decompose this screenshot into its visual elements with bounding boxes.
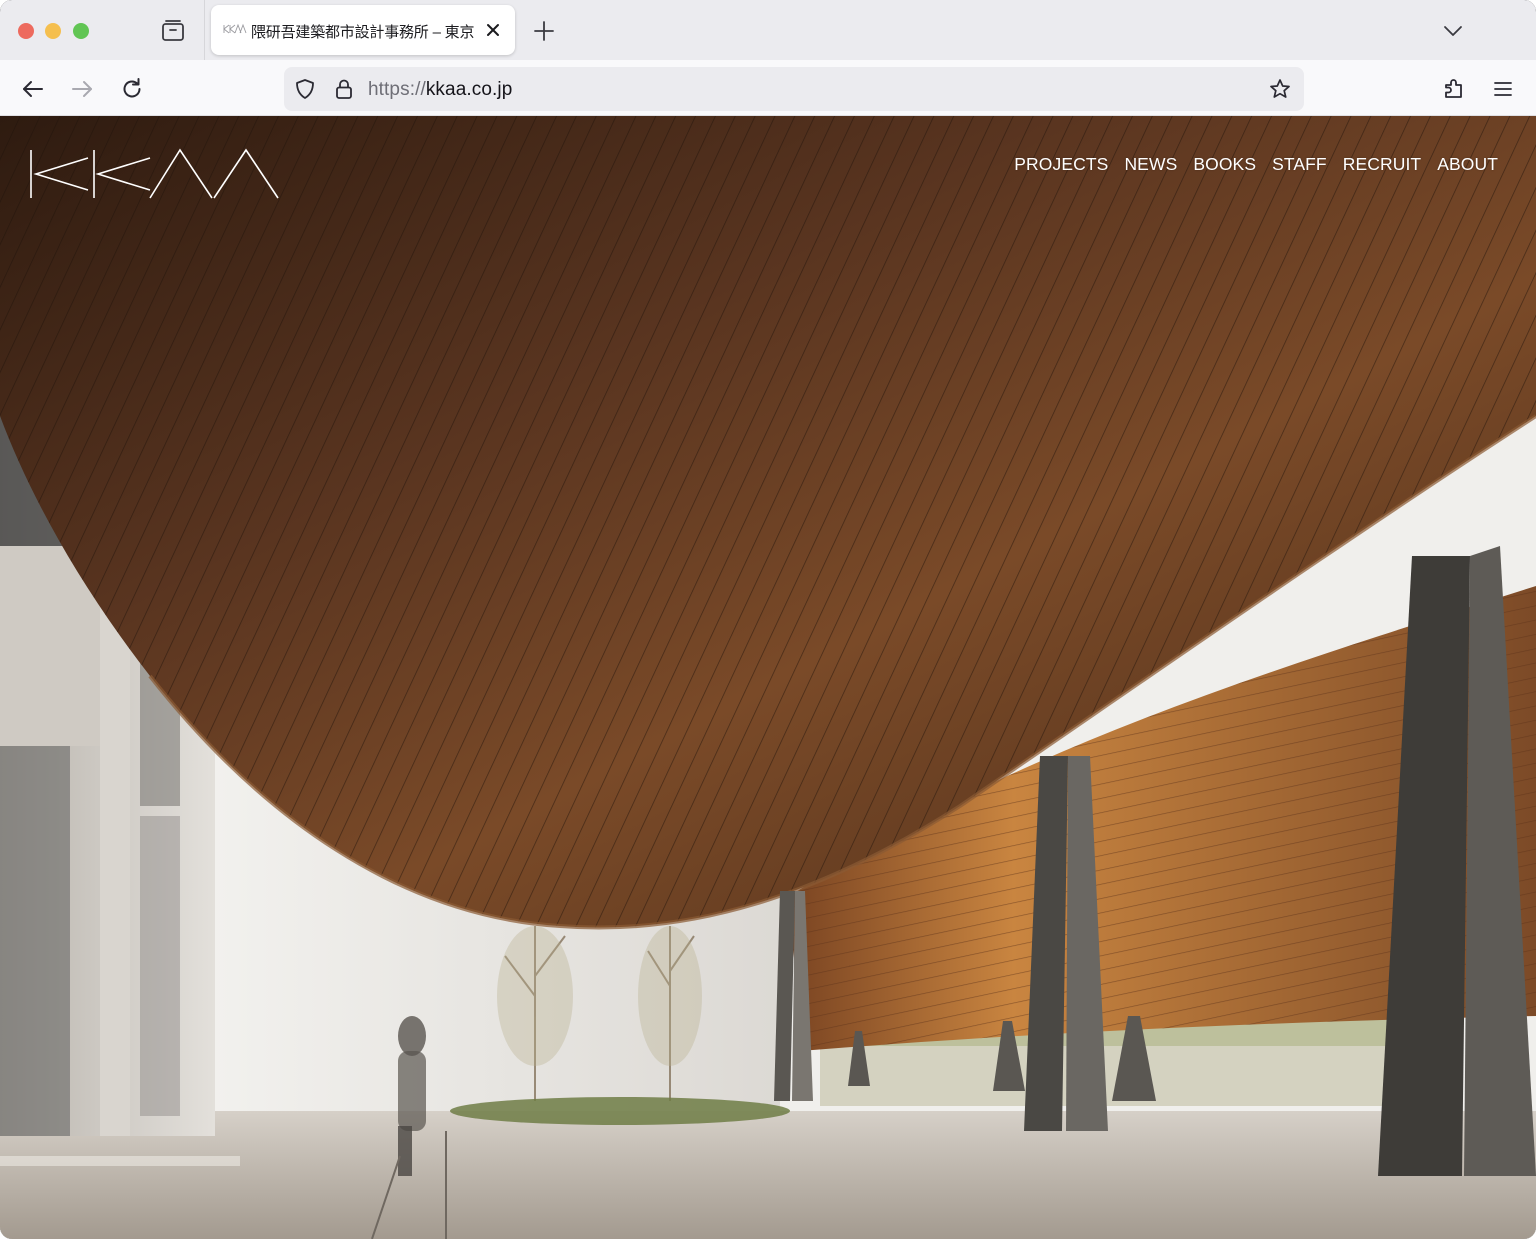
nav-books[interactable]: BOOKS <box>1193 154 1256 175</box>
window-close-button[interactable] <box>18 23 34 39</box>
nav-recruit[interactable]: RECRUIT <box>1343 154 1421 175</box>
hero-image <box>0 116 1536 1239</box>
url-bar[interactable]: https://kkaa.co.jp <box>284 67 1304 111</box>
shield-icon[interactable] <box>293 77 317 101</box>
extensions-icon[interactable] <box>1441 76 1467 102</box>
url-host: kkaa.co.jp <box>425 79 513 100</box>
kkaa-logo[interactable] <box>28 146 280 200</box>
main-nav: PROJECTS NEWS BOOKS STAFF RECRUIT ABOUT <box>1014 154 1498 175</box>
star-icon[interactable] <box>1268 77 1292 101</box>
window-minimize-button[interactable] <box>45 23 61 39</box>
reload-icon[interactable] <box>119 76 145 102</box>
navigation-toolbar: https://kkaa.co.jp <box>0 60 1536 116</box>
nav-projects[interactable]: PROJECTS <box>1014 154 1108 175</box>
close-icon[interactable] <box>483 20 503 40</box>
browser-window: 隈研吾建築都市設計事務所 – 東京 https://kkaa.co.jp PRO… <box>0 0 1536 1239</box>
tab-overview-icon[interactable] <box>160 19 186 43</box>
chevron-down-icon[interactable] <box>1440 19 1466 43</box>
hamburger-menu-icon[interactable] <box>1490 76 1516 102</box>
plus-icon[interactable] <box>532 19 556 43</box>
nav-news[interactable]: NEWS <box>1124 154 1177 175</box>
tab-strip-divider <box>204 0 205 60</box>
back-arrow-icon[interactable] <box>20 76 46 102</box>
tab-active[interactable]: 隈研吾建築都市設計事務所 – 東京 <box>211 5 515 55</box>
url-scheme: https:// <box>368 79 426 100</box>
nav-about[interactable]: ABOUT <box>1437 154 1498 175</box>
url-text[interactable]: https://kkaa.co.jp <box>368 79 512 101</box>
tab-strip: 隈研吾建築都市設計事務所 – 東京 <box>0 0 1536 60</box>
window-zoom-button[interactable] <box>73 23 89 39</box>
lock-icon[interactable] <box>332 77 356 101</box>
forward-arrow-icon[interactable] <box>69 76 95 102</box>
nav-staff[interactable]: STAFF <box>1272 154 1327 175</box>
page-viewport: PROJECTS NEWS BOOKS STAFF RECRUIT ABOUT <box>0 116 1536 1239</box>
tab-title: 隈研吾建築都市設計事務所 – 東京 <box>251 24 475 41</box>
kkaa-logo-icon <box>223 23 247 34</box>
